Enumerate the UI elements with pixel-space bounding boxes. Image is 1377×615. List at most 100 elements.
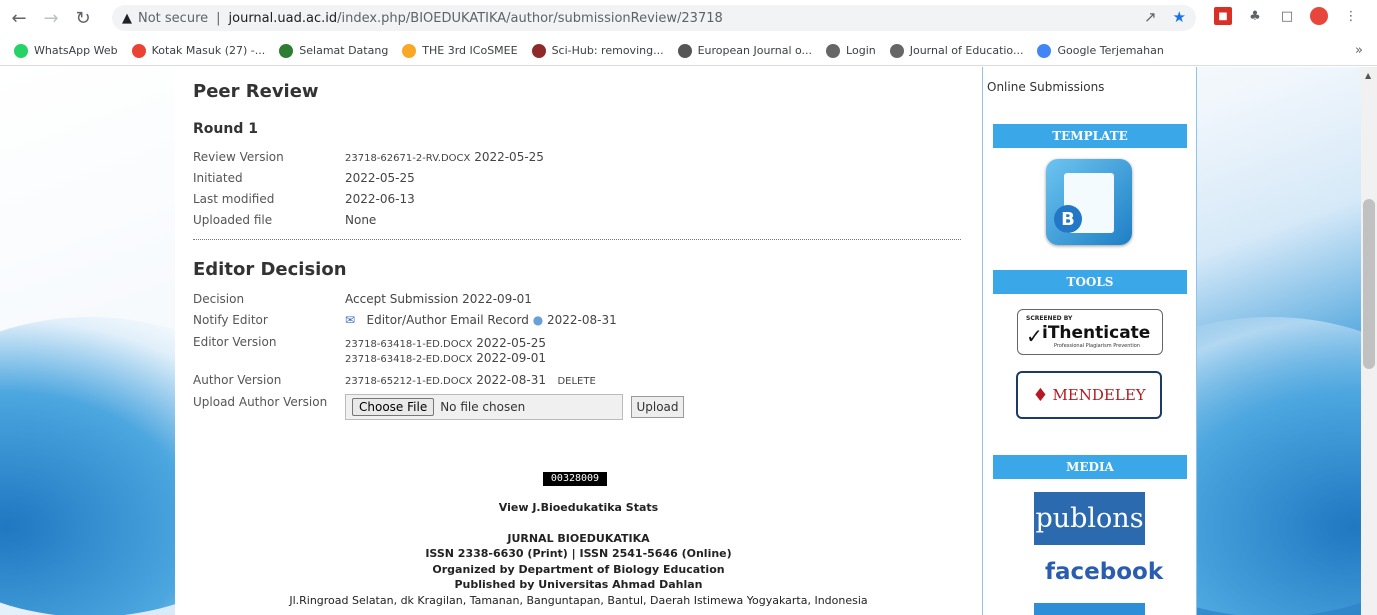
url-path: /index.php/BIOEDUKATIKA/author/submissio… xyxy=(337,10,723,26)
tools-heading: TOOLS xyxy=(993,270,1187,294)
media-logo-partial[interactable] xyxy=(1034,603,1145,615)
review-version-value: 23718-62671-2-RV.DOCX 2022-05-25 xyxy=(345,150,544,164)
menu-kebab-icon[interactable]: ⋮ xyxy=(1342,7,1360,25)
template-document-icon[interactable]: B xyxy=(1046,159,1132,245)
globe-icon xyxy=(677,43,692,58)
bookmark-label: WhatsApp Web xyxy=(34,44,118,57)
notify-editor-label: Notify Editor xyxy=(193,313,268,327)
bookmark-item[interactable]: Selamat Datang xyxy=(279,43,389,58)
review-version-file-link[interactable]: 23718-62671-2-RV.DOCX xyxy=(345,153,470,164)
peer-review-heading: Peer Review xyxy=(193,81,319,102)
checkmark-icon: ✓ xyxy=(1026,324,1043,348)
pdf-extension-icon[interactable]: ■ xyxy=(1214,7,1232,25)
file-status-text: No file chosen xyxy=(440,400,526,414)
site-favicon xyxy=(402,43,417,58)
file-input[interactable]: Choose File No file chosen xyxy=(345,394,623,420)
visitor-counter: 00328009 xyxy=(543,472,607,486)
back-arrow-icon[interactable]: ← xyxy=(8,7,30,29)
editor-version-file-link[interactable]: 23718-63418-2-ED.DOCX xyxy=(345,354,472,365)
upload-author-version-label: Upload Author Version xyxy=(193,395,328,409)
bookmark-label: THE 3rd ICoSMEE xyxy=(422,44,518,57)
page-background: Peer Review Round 1 Review Version 23718… xyxy=(0,67,1361,615)
profile-avatar[interactable] xyxy=(1310,7,1328,25)
bookmarks-bar: WhatsApp Web Kotak Masuk (27) -... Selam… xyxy=(0,36,1377,66)
bookmark-label: Journal of Educatio... xyxy=(909,44,1024,57)
translate-icon xyxy=(1037,43,1052,58)
review-version-label: Review Version xyxy=(193,150,284,164)
extension-icons: ■ ♣ □ ⋮ xyxy=(1214,7,1360,25)
mendeley-logo[interactable]: ♦ MENDELEY xyxy=(1016,371,1162,419)
address-separator: | xyxy=(216,10,221,26)
omnibox-actions: ↗ ★ xyxy=(1144,8,1186,26)
scroll-up-icon[interactable]: ▲ xyxy=(1365,71,1371,80)
journal-name: JURNAL BIOEDUKATIKA xyxy=(507,532,650,545)
mendeley-mark-icon: ♦ xyxy=(1032,384,1049,406)
bookmark-label: Kotak Masuk (27) -... xyxy=(151,44,266,57)
decision-label: Decision xyxy=(193,292,245,306)
bookmark-item[interactable]: Journal of Educatio... xyxy=(889,43,1024,58)
gmail-icon xyxy=(131,43,146,58)
bookmark-label: Selamat Datang xyxy=(299,44,389,57)
bookmarks-overflow-icon[interactable]: » xyxy=(1355,43,1363,58)
comment-bubble-icon[interactable]: ● xyxy=(533,313,543,327)
editor-version-label: Editor Version xyxy=(193,335,277,349)
facebook-logo[interactable]: facebook xyxy=(1045,559,1163,585)
share-icon[interactable]: ↗ xyxy=(1144,8,1157,26)
main-content: Peer Review Round 1 Review Version 23718… xyxy=(175,67,982,615)
upload-button[interactable]: Upload xyxy=(631,396,684,418)
email-record-link[interactable]: Editor/Author Email Record xyxy=(367,313,529,327)
page-scrollbar[interactable]: ▲ xyxy=(1361,67,1377,615)
notify-date: 2022-08-31 xyxy=(547,313,617,327)
stats-link[interactable]: View J.Bioedukatika Stats xyxy=(175,501,982,514)
online-submissions-link[interactable]: Online Submissions xyxy=(987,80,1104,94)
address-bar[interactable]: ▲ Not secure | journal.uad.ac.id /index.… xyxy=(112,5,1196,31)
delete-link[interactable]: DELETE xyxy=(557,376,595,387)
uploaded-file-value: None xyxy=(345,213,377,227)
email-envelope-icon[interactable]: ✉ xyxy=(345,313,355,327)
ithenticate-screened: SCREENED BY xyxy=(1026,315,1073,322)
issn-line: ISSN 2338-6630 (Print) | ISSN 2541-5646 … xyxy=(425,547,732,560)
bookmark-item[interactable]: Login xyxy=(826,43,876,58)
address-line: Jl.Ringroad Selatan, dk Kragilan, Tamana… xyxy=(289,594,868,607)
author-version-file-link[interactable]: 23718-65212-1-ED.DOCX xyxy=(345,376,472,387)
published-line: Published by Universitas Ahmad Dahlan xyxy=(454,578,703,591)
bookmark-item[interactable]: European Journal o... xyxy=(677,43,812,58)
mendeley-label: MENDELEY xyxy=(1052,386,1146,404)
section-divider xyxy=(193,239,961,240)
ithenticate-tagline: Professional Plagiarism Prevention xyxy=(1054,343,1140,349)
bookmark-item[interactable]: Google Terjemahan xyxy=(1037,43,1164,58)
right-sidebar: Online Submissions TEMPLATE B TOOLS SCRE… xyxy=(982,67,1197,615)
initiated-label: Initiated xyxy=(193,171,243,185)
bookmark-item[interactable]: WhatsApp Web xyxy=(14,43,118,58)
last-modified-label: Last modified xyxy=(193,192,275,206)
choose-file-button[interactable]: Choose File xyxy=(352,398,435,416)
template-heading: TEMPLATE xyxy=(993,124,1187,148)
editor-version-row: 23718-63418-2-ED.DOCX 2022-09-01 xyxy=(345,351,546,365)
bookmark-item[interactable]: Sci-Hub: removing... xyxy=(531,43,664,58)
author-version-date: 2022-08-31 xyxy=(476,373,546,387)
media-heading: MEDIA xyxy=(993,455,1187,479)
bookmark-label: Login xyxy=(846,44,876,57)
scrollbar-thumb[interactable] xyxy=(1363,199,1375,369)
editor-version-file-link[interactable]: 23718-63418-1-ED.DOCX xyxy=(345,339,472,350)
site-favicon xyxy=(279,43,294,58)
bookmark-item[interactable]: THE 3rd ICoSMEE xyxy=(402,43,518,58)
forward-arrow-icon[interactable]: → xyxy=(40,7,62,29)
side-panel-icon[interactable]: □ xyxy=(1278,7,1296,25)
puzzle-extension-icon[interactable]: ♣ xyxy=(1246,7,1264,25)
whatsapp-icon xyxy=(14,43,28,58)
site-favicon xyxy=(826,43,841,58)
publons-logo[interactable]: publons xyxy=(1034,492,1145,545)
bookmark-label: Google Terjemahan xyxy=(1057,44,1164,57)
url-host: journal.uad.ac.id xyxy=(228,10,338,26)
ithenticate-logo[interactable]: SCREENED BY ✓ iThenticate Professional P… xyxy=(1017,309,1163,355)
bookmark-star-icon[interactable]: ★ xyxy=(1173,8,1186,26)
warning-triangle-icon: ▲ xyxy=(122,10,132,26)
reload-icon[interactable]: ↻ xyxy=(72,7,94,29)
bookmark-item[interactable]: Kotak Masuk (27) -... xyxy=(131,43,266,58)
editor-decision-heading: Editor Decision xyxy=(193,259,347,280)
scihub-icon xyxy=(531,43,546,58)
security-label: Not secure xyxy=(138,10,209,26)
editor-version-row: 23718-63418-1-ED.DOCX 2022-05-25 xyxy=(345,336,546,350)
editor-version-date: 2022-09-01 xyxy=(476,351,546,365)
